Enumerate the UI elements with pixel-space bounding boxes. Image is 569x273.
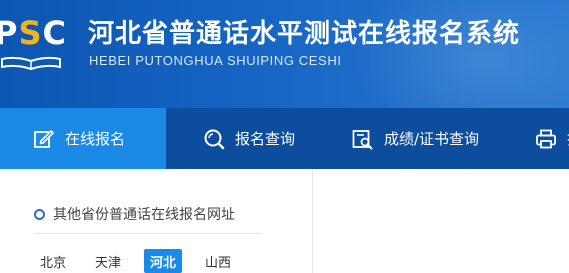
circle-icon [34,208,45,220]
province-link-shanxi[interactable]: 山西 [199,249,237,273]
province-list: 北京 天津 河北 山西 [34,249,254,273]
nav-item-registration-query[interactable]: 报名查询 [203,108,295,169]
certificate-search-icon [352,128,374,150]
nav-item-print[interactable]: 打 [535,108,569,169]
site-header: PSC 河北省普通话水平测试在线报名系统 HEBEI PUTONGHUA SHU… [0,0,569,108]
nav-item-online-registration[interactable]: 在线报名 [0,108,166,169]
main-nav: 在线报名 报名查询 成绩/证书查询 [0,108,569,169]
nav-item-label: 在线报名 [65,130,126,148]
logo-letter-c: C [42,14,67,52]
nav-item-label: 成绩/证书查询 [384,130,480,148]
province-link-beijing[interactable]: 北京 [34,249,72,273]
panel-title: 其他省份普通话在线报名网址 [34,204,235,224]
open-book-icon [0,56,61,70]
search-icon [203,128,225,150]
site-subtitle: HEBEI PUTONGHUA SHUIPING CESHI [89,53,342,68]
province-link-hebei[interactable]: 河北 [144,249,183,273]
panel-title-text: 其他省份普通话在线报名网址 [53,207,235,223]
logo-letter-s: S [18,14,43,52]
site-title: 河北省普通话水平测试在线报名系统 [88,19,521,49]
logo-text: PSC [0,14,70,52]
nav-item-label: 报名查询 [235,130,296,148]
other-provinces-panel: 其他省份普通话在线报名网址 北京 天津 河北 山西 [0,169,313,273]
panel-divider [34,233,262,234]
logo-letter-p: P [0,14,19,52]
nav-item-score-certificate-query[interactable]: 成绩/证书查询 [352,108,479,169]
edit-icon [33,128,55,150]
printer-icon [535,128,557,150]
site-logo[interactable]: PSC [0,10,70,74]
province-link-tianjin[interactable]: 天津 [89,249,127,273]
